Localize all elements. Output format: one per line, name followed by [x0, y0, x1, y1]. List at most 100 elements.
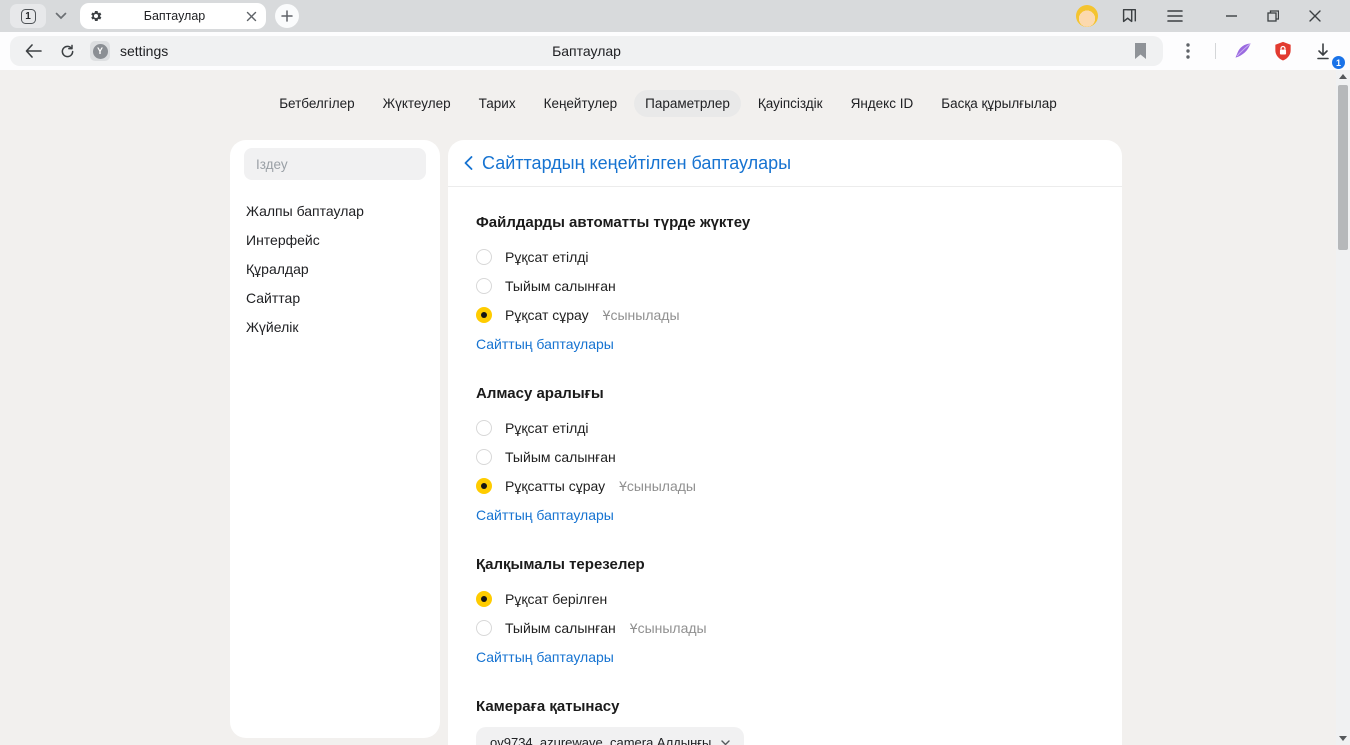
- browser-toolbar: Y settings Баптаулар: [0, 32, 1350, 70]
- nav-tab-security[interactable]: Қауіпсіздік: [747, 90, 834, 117]
- section-title: Қалқымалы терезелер: [476, 555, 1094, 575]
- section-title: Файлдарды автоматты түрде жүктеу: [476, 213, 1094, 233]
- scrollbar-thumb[interactable]: [1338, 85, 1348, 250]
- omnibox-page-title: Баптаулар: [10, 43, 1163, 59]
- kebab-icon: [1186, 43, 1190, 59]
- site-favicon-badge[interactable]: Y: [90, 41, 110, 61]
- nav-tab-bookmarks[interactable]: Бетбелгілер: [268, 90, 365, 117]
- recommended-note: Ұсынылады: [619, 478, 696, 494]
- shield-lock-icon: [1274, 41, 1292, 61]
- quill-icon: [1233, 41, 1253, 61]
- camera-device-dropdown[interactable]: ov9734_azurewave_camera Алдыңғы: [476, 727, 744, 745]
- radio-option-blocked[interactable]: Тыйым салынған Ұсынылады: [476, 613, 1094, 642]
- site-settings-link[interactable]: Сайттың баптаулары: [476, 649, 614, 665]
- settings-main-panel: Сайттардың кеңейтілген баптаулары Файлда…: [448, 140, 1122, 745]
- download-count-badge: 1: [1332, 56, 1345, 69]
- url-text[interactable]: settings: [120, 43, 168, 59]
- back-button[interactable]: [16, 37, 50, 65]
- nav-tab-extensions[interactable]: Кеңейтулер: [533, 90, 629, 117]
- radio-off-icon[interactable]: [476, 620, 492, 636]
- radio-option-ask[interactable]: Рұқсат сұрау Ұсынылады: [476, 300, 1094, 329]
- tab-count-button[interactable]: 1: [10, 4, 46, 28]
- scroll-up-icon[interactable]: [1339, 74, 1347, 79]
- radio-option-allowed[interactable]: Рұқсат етілді: [476, 242, 1094, 271]
- radio-on-icon[interactable]: [476, 307, 492, 323]
- radio-off-icon[interactable]: [476, 278, 492, 294]
- chevron-down-icon: [55, 12, 67, 20]
- bookmark-flag-icon: [1134, 43, 1147, 59]
- section-popups: Қалқымалы терезелер Рұқсат берілген Тыйы…: [476, 555, 1094, 667]
- site-settings-link[interactable]: Сайттың баптаулары: [476, 507, 614, 523]
- radio-group: Рұқсат етілді Тыйым салынған Рұқсат сұра…: [476, 242, 1094, 329]
- bookmarks-icon: [1120, 7, 1138, 25]
- section-title: Алмасу аралығы: [476, 384, 1094, 404]
- quill-extension-button[interactable]: [1226, 37, 1260, 65]
- extensions-menu-button[interactable]: [1171, 37, 1205, 65]
- settings-sidebar: Жалпы баптаулар Интерфейс Құралдар Сайтт…: [230, 140, 440, 738]
- toolbar-separator: [1215, 43, 1216, 59]
- bookmark-page-button[interactable]: [1123, 37, 1157, 65]
- browser-menu-button[interactable]: [1160, 3, 1190, 29]
- download-icon: [1315, 43, 1331, 60]
- radio-option-allowed[interactable]: Рұқсат етілді: [476, 413, 1094, 442]
- restore-icon: [1267, 10, 1279, 22]
- restore-button[interactable]: [1254, 3, 1292, 29]
- nav-tab-other-devices[interactable]: Басқа құрылғылар: [930, 90, 1068, 117]
- radio-option-allowed[interactable]: Рұқсат берілген: [476, 584, 1094, 613]
- bookmarks-panel-button[interactable]: [1114, 3, 1144, 29]
- site-settings-link[interactable]: Сайттың баптаулары: [476, 336, 614, 352]
- search-input[interactable]: [244, 148, 426, 180]
- minimize-button[interactable]: [1212, 3, 1250, 29]
- chevron-down-icon: [721, 740, 730, 745]
- scroll-down-icon[interactable]: [1339, 736, 1347, 741]
- settings-nav: Бетбелгілер Жүктеулер Тарих Кеңейтулер П…: [0, 90, 1336, 117]
- minimize-icon: [1226, 15, 1237, 17]
- panel-back-header[interactable]: Сайттардың кеңейтілген баптаулары: [448, 140, 1122, 187]
- section-clipboard: Алмасу аралығы Рұқсат етілді Тыйым салын…: [476, 384, 1094, 525]
- close-window-button[interactable]: [1296, 3, 1334, 29]
- browser-tab-settings[interactable]: Баптаулар: [80, 3, 266, 29]
- radio-option-blocked[interactable]: Тыйым салынған: [476, 271, 1094, 300]
- plus-icon: [281, 10, 293, 22]
- yandex-favicon-icon: Y: [93, 44, 108, 59]
- reload-icon: [60, 44, 75, 59]
- sidebar-item-system[interactable]: Жүйелік: [246, 312, 440, 341]
- sidebar-item-sites[interactable]: Сайттар: [246, 283, 440, 312]
- back-icon: [25, 44, 42, 58]
- sidebar-item-general[interactable]: Жалпы баптаулар: [246, 196, 440, 225]
- protect-shield-button[interactable]: [1266, 37, 1300, 65]
- nav-tab-history[interactable]: Тарих: [468, 90, 527, 117]
- tab-title: Баптаулар: [103, 9, 246, 23]
- radio-option-blocked[interactable]: Тыйым салынған: [476, 442, 1094, 471]
- reload-button[interactable]: [50, 37, 84, 65]
- sidebar-item-tools[interactable]: Құралдар: [246, 254, 440, 283]
- radio-off-icon[interactable]: [476, 420, 492, 436]
- new-tab-button[interactable]: [275, 4, 299, 28]
- panel-body: Файлдарды автоматты түрде жүктеу Рұқсат …: [448, 213, 1122, 745]
- nav-tab-yandex-id[interactable]: Яндекс ID: [840, 90, 925, 117]
- page-title: Сайттардың кеңейтілген баптаулары: [482, 153, 791, 174]
- downloads-button[interactable]: 1: [1306, 37, 1340, 65]
- section-title: Камераға қатынасу: [476, 697, 1094, 717]
- radio-option-ask[interactable]: Рұқсатты сұрау Ұсынылады: [476, 471, 1094, 500]
- recommended-note: Ұсынылады: [603, 307, 680, 323]
- tab-count-value: 1: [21, 9, 36, 24]
- tab-bar: 1 Баптаулар: [0, 0, 1350, 32]
- section-camera: Камераға қатынасу ov9734_azurewave_camer…: [476, 697, 1094, 745]
- radio-on-icon[interactable]: [476, 591, 492, 607]
- dropdown-value: ov9734_azurewave_camera Алдыңғы: [490, 735, 711, 745]
- radio-off-icon[interactable]: [476, 449, 492, 465]
- gear-icon: [89, 9, 103, 23]
- menu-icon: [1167, 10, 1183, 22]
- tab-list-button[interactable]: [46, 3, 76, 29]
- page-scrollbar[interactable]: [1336, 70, 1350, 745]
- close-tab-icon[interactable]: [246, 11, 257, 22]
- radio-off-icon[interactable]: [476, 249, 492, 265]
- nav-tab-settings[interactable]: Параметрлер: [634, 90, 741, 117]
- address-bar[interactable]: Y settings Баптаулар: [10, 36, 1163, 66]
- nav-tab-downloads[interactable]: Жүктеулер: [372, 90, 462, 117]
- sidebar-item-interface[interactable]: Интерфейс: [246, 225, 440, 254]
- user-avatar[interactable]: [1076, 5, 1098, 27]
- radio-on-icon[interactable]: [476, 478, 492, 494]
- radio-group: Рұқсат етілді Тыйым салынған Рұқсатты сұ…: [476, 413, 1094, 500]
